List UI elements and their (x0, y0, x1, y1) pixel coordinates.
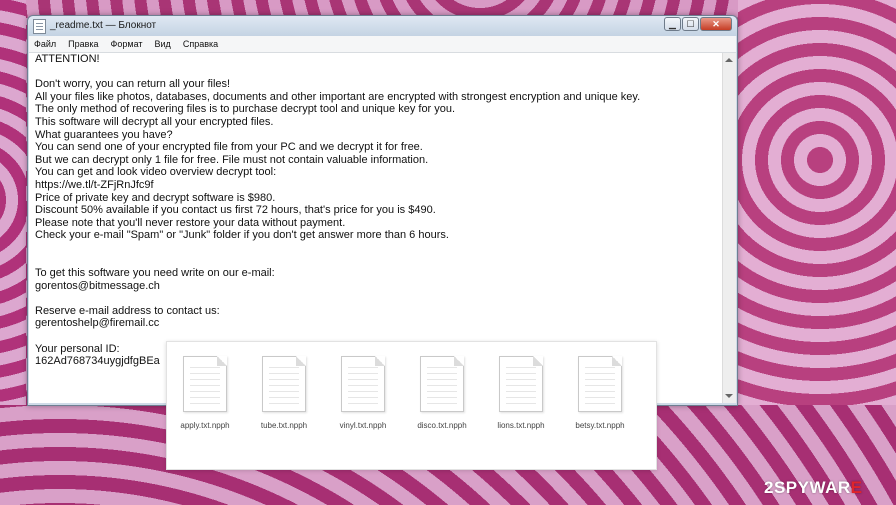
text-line: The only method of recovering files is t… (35, 103, 456, 116)
document-icon (420, 356, 464, 412)
text-line: ATTENTION! (35, 53, 100, 65)
text-line: All your files like photos, databases, d… (35, 90, 641, 103)
close-button[interactable]: ✕ (700, 17, 732, 31)
menu-edit[interactable]: Правка (62, 39, 104, 49)
text-line: What guarantees you have? (35, 128, 173, 141)
file-name: lions.txt.npph (497, 421, 545, 430)
encrypted-files-panel: apply.txt.npph tube.txt.npph vinyl.txt.npp… (166, 341, 657, 470)
text-line: Price of private key and decrypt softwar… (35, 191, 276, 204)
menu-bar: Файл Правка Формат Вид Справка (29, 36, 736, 53)
text-line: Please note that you'll never restore yo… (35, 216, 346, 229)
watermark-logo: 2SPYWARE (764, 478, 863, 497)
text-line: This software will decrypt all your encr… (35, 115, 274, 128)
document-icon (183, 356, 227, 412)
window-title: _readme.txt — Блокнот (50, 20, 157, 31)
menu-view[interactable]: Вид (149, 39, 177, 49)
document-icon (262, 356, 306, 412)
file-item[interactable]: disco.txt.npph (404, 356, 480, 456)
menu-help[interactable]: Справка (177, 39, 224, 49)
file-name: betsy.txt.npph (575, 421, 625, 430)
text-line: Check your e-mail "Spam" or "Junk" folde… (35, 229, 449, 242)
text-line: To get this software you need write on o… (35, 267, 275, 280)
text-line: https://we.tl/t-ZFjRnJfc9f (35, 178, 154, 191)
text-line: You can send one of your encrypted file … (35, 141, 423, 154)
file-item[interactable]: lions.txt.npph (483, 356, 559, 456)
document-icon (578, 356, 622, 412)
text-line: Discount 50% available if you contact us… (35, 204, 436, 217)
document-text: ATTENTION! Don't worry, you can return al… (35, 53, 640, 368)
vertical-scrollbar[interactable] (722, 53, 736, 403)
title-bar[interactable]: _readme.txt — Блокнот ▁ ☐ ✕ (28, 16, 737, 36)
text-line: gerentoshelp@firemail.cc (35, 317, 160, 330)
scroll-up-icon[interactable] (725, 58, 733, 62)
text-line: You can get and look video overview decr… (35, 166, 277, 179)
file-name: tube.txt.npph (260, 421, 308, 430)
menu-format[interactable]: Формат (105, 39, 149, 49)
text-line: gorentos@bitmessage.ch (35, 279, 160, 292)
document-icon (341, 356, 385, 412)
document-icon (499, 356, 543, 412)
notepad-icon[interactable] (33, 19, 46, 34)
file-name: apply.txt.npph (180, 421, 230, 430)
text-line: Don't worry, you can return all your fil… (35, 78, 231, 91)
maximize-button[interactable]: ☐ (682, 17, 699, 31)
text-line (35, 242, 640, 255)
text-line: Reserve e-mail address to contact us: (35, 304, 220, 317)
minimize-button[interactable]: ▁ (664, 17, 681, 31)
file-item[interactable]: tube.txt.npph (246, 356, 322, 456)
file-item[interactable]: vinyl.txt.npph (325, 356, 401, 456)
file-item[interactable]: apply.txt.npph (167, 356, 243, 456)
text-line (35, 292, 640, 305)
file-name: disco.txt.npph (417, 421, 467, 430)
text-line (35, 66, 640, 79)
text-line: But we can decrypt only 1 file for free.… (35, 153, 429, 166)
file-name: vinyl.txt.npph (339, 421, 387, 430)
menu-file[interactable]: Файл (29, 39, 62, 49)
scroll-down-icon[interactable] (725, 394, 733, 398)
file-item[interactable]: betsy.txt.npph (562, 356, 638, 456)
text-line (35, 255, 640, 268)
